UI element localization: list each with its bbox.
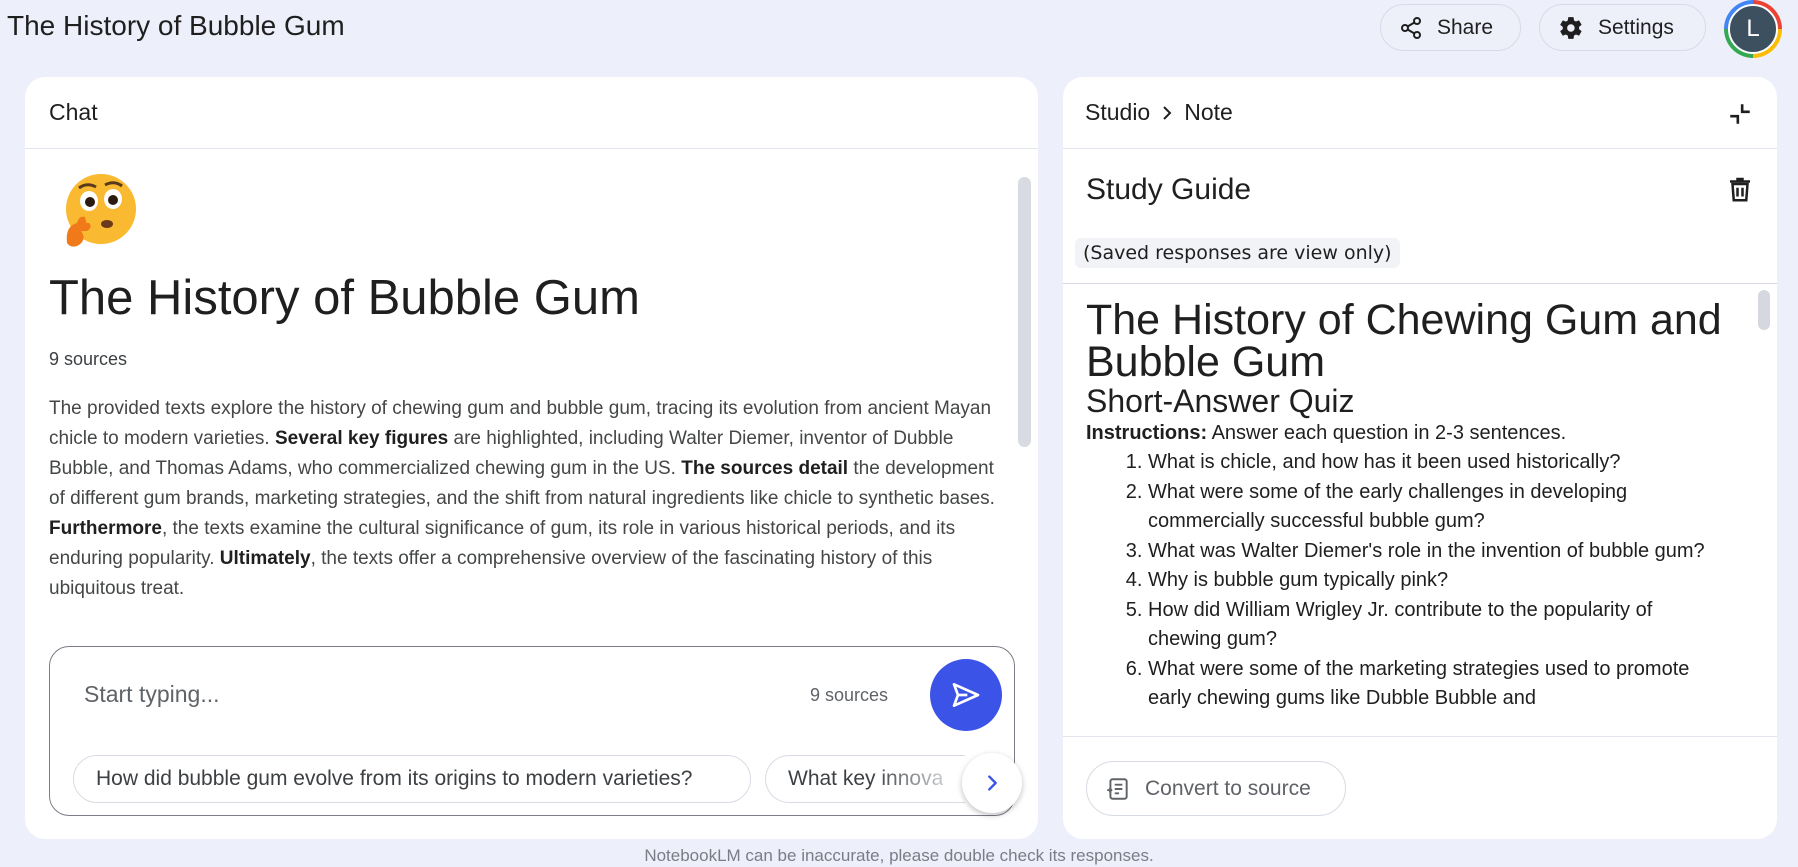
- collapse-icon[interactable]: [1727, 101, 1753, 127]
- divider: [1063, 736, 1777, 737]
- suggestion-chip[interactable]: What key innova: [765, 755, 965, 803]
- share-icon: [1401, 16, 1421, 39]
- trash-icon[interactable]: [1725, 174, 1755, 204]
- suggestion-label: What key innova: [788, 767, 944, 790]
- send-button[interactable]: [930, 659, 1002, 731]
- top-bar: The History of Bubble Gum Share Settings…: [0, 0, 1798, 62]
- settings-button[interactable]: Settings: [1539, 4, 1706, 51]
- breadcrumb-note: Note: [1184, 99, 1233, 125]
- suggestion-chip[interactable]: How did bubble gum evolve from its origi…: [73, 755, 751, 803]
- gear-icon: [1560, 16, 1582, 39]
- breadcrumb: Studio Note: [1063, 77, 1777, 149]
- studio-panel: Studio Note Study Guide (Saved responses…: [1063, 77, 1777, 839]
- chat-panel: Chat The History of Bubble Gum 9 sources…: [25, 77, 1038, 839]
- chevron-right-icon: [1163, 105, 1172, 120]
- breadcrumb-studio[interactable]: Studio: [1085, 99, 1150, 126]
- instructions-text: Answer each question in 2-3 sentences.: [1207, 422, 1567, 444]
- chevron-right-icon: [988, 775, 997, 791]
- instructions-label: Instructions:: [1086, 422, 1208, 444]
- note-scrollbar[interactable]: [1758, 290, 1770, 330]
- summary-bold: Ultimately: [219, 548, 311, 569]
- send-icon: [952, 683, 980, 707]
- input-source-count: 9 sources: [810, 685, 889, 705]
- avatar[interactable]: L: [1724, 0, 1782, 58]
- convert-label: Convert to source: [1145, 776, 1311, 800]
- question-list: What is chicle, and how has it been used…: [1086, 448, 1726, 714]
- summary-bold: Furthermore: [49, 518, 162, 539]
- share-button[interactable]: Share: [1380, 4, 1521, 51]
- content-title: The History of Chewing Gum and Bubble Gu…: [1086, 299, 1722, 386]
- convert-to-source-button[interactable]: Convert to source: [1086, 761, 1346, 816]
- instructions: Instructions: Answer each question in 2-…: [1086, 419, 1726, 448]
- chat-input-box: 9 sources How did bubble gum evolve from…: [49, 646, 1022, 816]
- summary-bold: Several key figures: [275, 428, 449, 449]
- note-title: Study Guide: [1086, 173, 1252, 206]
- notebook-name[interactable]: The History of Bubble Gum: [7, 10, 345, 42]
- content-subtitle: Short-Answer Quiz: [1086, 383, 1355, 419]
- disclaimer: NotebookLM can be inaccurate, please dou…: [644, 846, 1154, 865]
- convert-note-icon: [1107, 777, 1128, 800]
- share-label: Share: [1437, 15, 1494, 39]
- view-only-notice: (Saved responses are view only): [1075, 238, 1400, 268]
- note-header: Study Guide: [1063, 150, 1777, 230]
- summary-bold: The sources detail: [681, 458, 849, 479]
- chat-scrollbar[interactable]: [1018, 177, 1031, 447]
- list-item: How did William Wrigley Jr. contribute t…: [1148, 596, 1726, 655]
- notebook-summary: The provided texts explore the history o…: [49, 394, 1009, 604]
- note-content: The History of Chewing Gum and Bubble Gu…: [1086, 299, 1726, 736]
- list-item: What were some of the early challenges i…: [1148, 478, 1726, 537]
- list-item: What were some of the marketing strategi…: [1148, 655, 1726, 714]
- settings-label: Settings: [1598, 15, 1674, 39]
- source-count: 9 sources: [49, 349, 128, 369]
- divider: [1063, 283, 1777, 284]
- avatar-letter: L: [1728, 4, 1778, 54]
- suggestions-next-button[interactable]: [962, 753, 1022, 813]
- suggestion-label: How did bubble gum evolve from its origi…: [96, 767, 693, 790]
- thinking-face-icon: [66, 174, 136, 247]
- chat-input[interactable]: [84, 681, 704, 708]
- list-item: What is chicle, and how has it been used…: [1148, 448, 1726, 478]
- list-item: What was Walter Diemer's role in the inv…: [1148, 537, 1726, 567]
- chat-header: Chat: [25, 77, 1038, 149]
- list-item: Why is bubble gum typically pink?: [1148, 566, 1726, 596]
- notebook-title: The History of Bubble Gum: [49, 271, 640, 325]
